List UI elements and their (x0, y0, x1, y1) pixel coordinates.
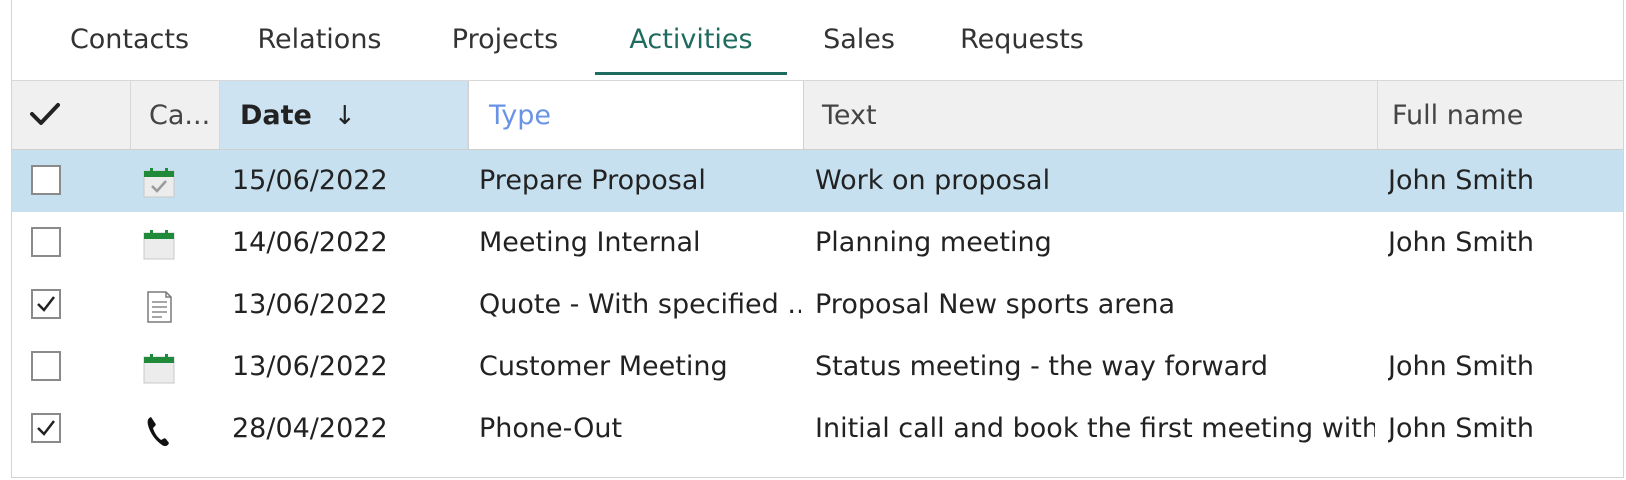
column-header-date-label: Date (240, 100, 312, 131)
table-row[interactable]: 13/06/2022 Quote - With specified ... Pr… (12, 274, 1623, 336)
date-cell: 28/04/2022 (232, 413, 388, 444)
date-cell: 15/06/2022 (232, 165, 388, 196)
document-icon (142, 290, 176, 324)
row-checkbox[interactable] (31, 289, 61, 319)
tab-bar: Contacts Relations Projects Activities S… (12, 0, 1623, 80)
text-cell: Proposal New sports arena (815, 289, 1176, 320)
checkmark-icon (28, 100, 62, 131)
row-checkbox[interactable] (31, 351, 61, 381)
activities-panel: Contacts Relations Projects Activities S… (11, 0, 1624, 478)
table-row[interactable]: 15/06/2022 Prepare Proposal Work on prop… (12, 150, 1623, 212)
tab-relations[interactable]: Relations (252, 0, 387, 72)
activities-grid: Ca... Date ↓ Type Text Full name 15/06/20… (12, 80, 1623, 477)
tab-sales[interactable]: Sales (818, 0, 900, 72)
grid-header: Ca... Date ↓ Type Text Full name (12, 80, 1623, 150)
text-cell: Status meeting - the way forward (815, 351, 1268, 382)
tab-projects[interactable]: Projects (444, 0, 566, 72)
full-name-cell (1388, 274, 1618, 336)
phone-icon (142, 414, 176, 448)
type-cell: Phone-Out (479, 413, 623, 444)
table-row[interactable]: 28/04/2022 Phone-Out Initial call and bo… (12, 398, 1623, 460)
tab-activities[interactable]: Activities (595, 0, 787, 75)
row-checkbox[interactable] (31, 165, 61, 195)
text-cell: Planning meeting (815, 227, 1052, 258)
tab-contacts[interactable]: Contacts (62, 0, 197, 72)
column-header-full-name[interactable]: Full name (1378, 81, 1623, 149)
type-cell: Prepare Proposal (479, 165, 706, 196)
type-filter-input[interactable]: Type (468, 81, 804, 149)
calendar-icon (142, 352, 176, 386)
table-row[interactable]: 13/06/2022 Customer Meeting Status meeti… (12, 336, 1623, 398)
date-cell: 13/06/2022 (232, 351, 388, 382)
date-cell: 14/06/2022 (232, 227, 388, 258)
row-checkbox[interactable] (31, 413, 61, 443)
column-header-category[interactable]: Ca... (131, 81, 220, 149)
full-name-cell: John Smith (1388, 413, 1534, 444)
full-name-cell: John Smith (1388, 351, 1534, 382)
text-cell: Initial call and book the first meeting … (815, 413, 1375, 444)
type-cell: Meeting Internal (479, 227, 701, 258)
row-checkbox[interactable] (31, 227, 61, 257)
date-cell: 13/06/2022 (232, 289, 388, 320)
select-all-header[interactable] (12, 81, 131, 149)
tab-requests[interactable]: Requests (960, 0, 1084, 72)
text-cell: Work on proposal (815, 165, 1051, 196)
type-cell: Quote - With specified ... (479, 289, 801, 320)
checkbox-check-icon (37, 420, 55, 436)
calendar-done-icon (142, 166, 176, 200)
full-name-cell: John Smith (1388, 227, 1534, 258)
checkbox-check-icon (37, 296, 55, 312)
sort-descending-icon: ↓ (333, 101, 356, 131)
calendar-icon (142, 228, 176, 262)
type-cell: Customer Meeting (479, 351, 728, 382)
table-row[interactable]: 14/06/2022 Meeting Internal Planning mee… (12, 212, 1623, 274)
column-header-text[interactable]: Text (804, 81, 1378, 149)
full-name-cell: John Smith (1388, 165, 1534, 196)
column-header-date[interactable]: Date ↓ (220, 81, 468, 149)
